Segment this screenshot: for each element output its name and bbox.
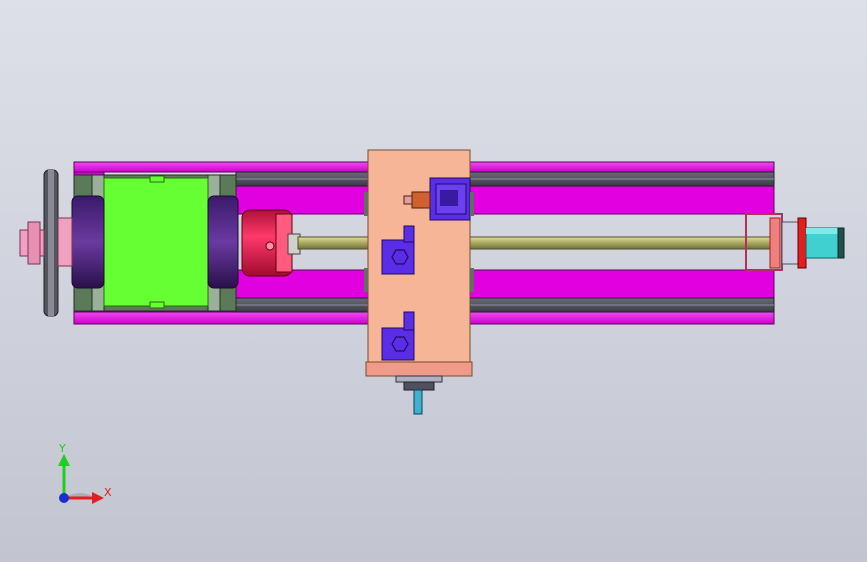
- top-block-fitting: [411, 191, 431, 209]
- frame-inner-upper: [235, 185, 775, 215]
- lathe-chuck: [241, 209, 301, 277]
- cad-viewport[interactable]: Y X: [0, 0, 867, 562]
- spindle-bearing-left: [71, 195, 105, 289]
- headstock: [71, 174, 239, 312]
- spindle-bearing-right: [207, 195, 239, 289]
- triad-origin: [59, 493, 69, 503]
- green-jaw-block: [103, 177, 209, 307]
- coordinate-triad: Y X: [58, 442, 112, 504]
- x-axis-arrow: [92, 492, 104, 504]
- frame-inner-lower: [235, 269, 775, 299]
- pulley-hub: [57, 217, 73, 267]
- carriage-base: [365, 361, 473, 377]
- carriage[interactable]: [364, 149, 474, 415]
- x-axis-label: X: [104, 486, 112, 499]
- drive-pulley: [19, 169, 73, 317]
- y-axis-label: Y: [58, 442, 66, 455]
- cross-feed-screw[interactable]: [395, 375, 443, 415]
- y-axis-arrow: [58, 454, 70, 466]
